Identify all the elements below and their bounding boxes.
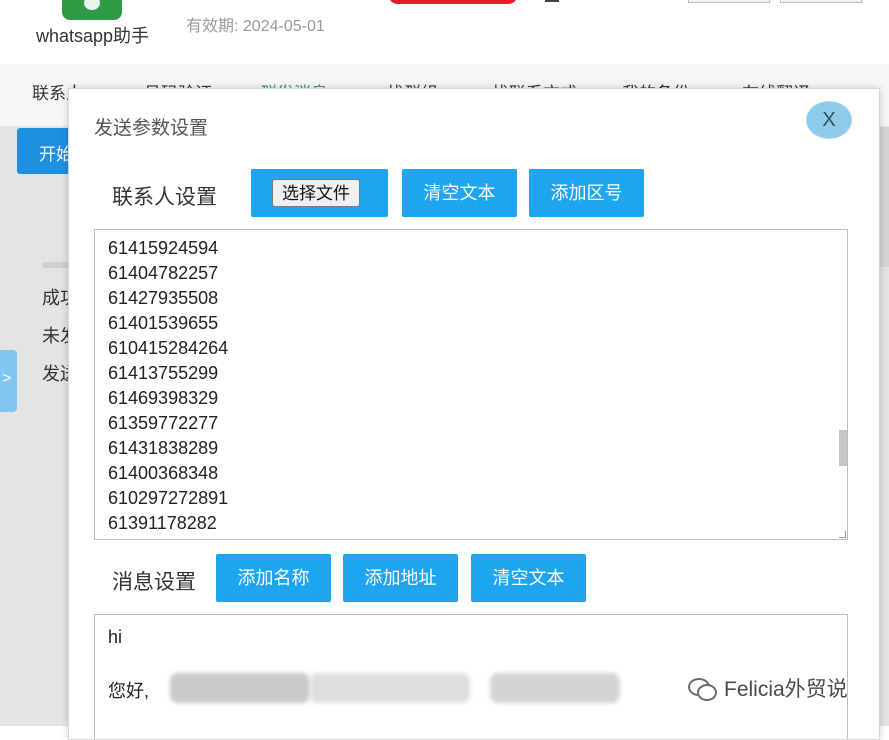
redacted-text [490,673,620,703]
resize-handle-icon[interactable] [839,531,846,538]
phone-number: 61431838289 [108,438,219,458]
header-text-fragment [545,0,559,2]
phone-number: 610415284264 [108,338,229,358]
add-address-button[interactable]: 添加地址 [343,554,458,602]
phone-number: 61415924594 [108,238,219,258]
message-line: 您好, [108,681,150,701]
side-expand-tab[interactable]: > [0,350,17,412]
phone-number: 61413755299 [108,363,219,383]
contacts-section-label: 联系人设置 [112,186,217,209]
header-button-2[interactable] [780,0,862,3]
phone-number: 61404284000 [108,536,228,539]
wechat-icon [688,676,717,701]
add-area-code-button[interactable]: 添加区号 [529,169,644,217]
phone-number: 61359772277 [108,413,219,433]
whatsapp-logo-icon [62,0,122,20]
close-button[interactable]: X [806,101,852,139]
message-section-label: 消息设置 [112,571,196,594]
phone-number: 610297272891 [108,488,229,508]
choose-file-button[interactable]: 选择文件 [272,179,360,207]
redacted-text [170,673,310,703]
send-settings-modal: 发送参数设置 X 联系人设置 选择文件 清空文本 添加区号 6141592459… [68,88,880,740]
watermark-text: Felicia外贸说 [724,678,848,701]
header-red-button[interactable] [388,0,518,4]
watermark: Felicia外贸说 [688,673,848,703]
header-button-1[interactable] [688,0,770,3]
phone-number: 61404782257 [108,263,219,283]
validity-date: 有效期: 2024-05-01 [186,18,325,35]
phone-number-list: 61415924594 61404782257 61427935508 6140… [108,236,229,539]
app-header: whatsapp助手 有效期: 2024-05-01 [0,0,889,65]
phone-number: 61400368348 [108,463,219,483]
modal-title: 发送参数设置 [94,118,209,139]
clear-contacts-button[interactable]: 清空文本 [402,169,517,217]
message-line: hi [108,627,123,647]
phone-number: 61401539655 [108,313,219,333]
add-name-button[interactable]: 添加名称 [216,554,331,602]
contacts-textarea[interactable]: 61415924594 61404782257 61427935508 6140… [94,229,848,540]
textarea-scrollbar[interactable] [839,430,847,466]
clear-message-button[interactable]: 清空文本 [471,554,586,602]
phone-number: 61469398329 [108,388,219,408]
redacted-text [310,673,470,703]
choose-file-wrapper[interactable]: 选择文件 [251,169,388,217]
phone-number: 61427935508 [108,288,219,308]
app-name: whatsapp助手 [36,26,150,46]
phone-number: 61391178282 [108,513,217,533]
